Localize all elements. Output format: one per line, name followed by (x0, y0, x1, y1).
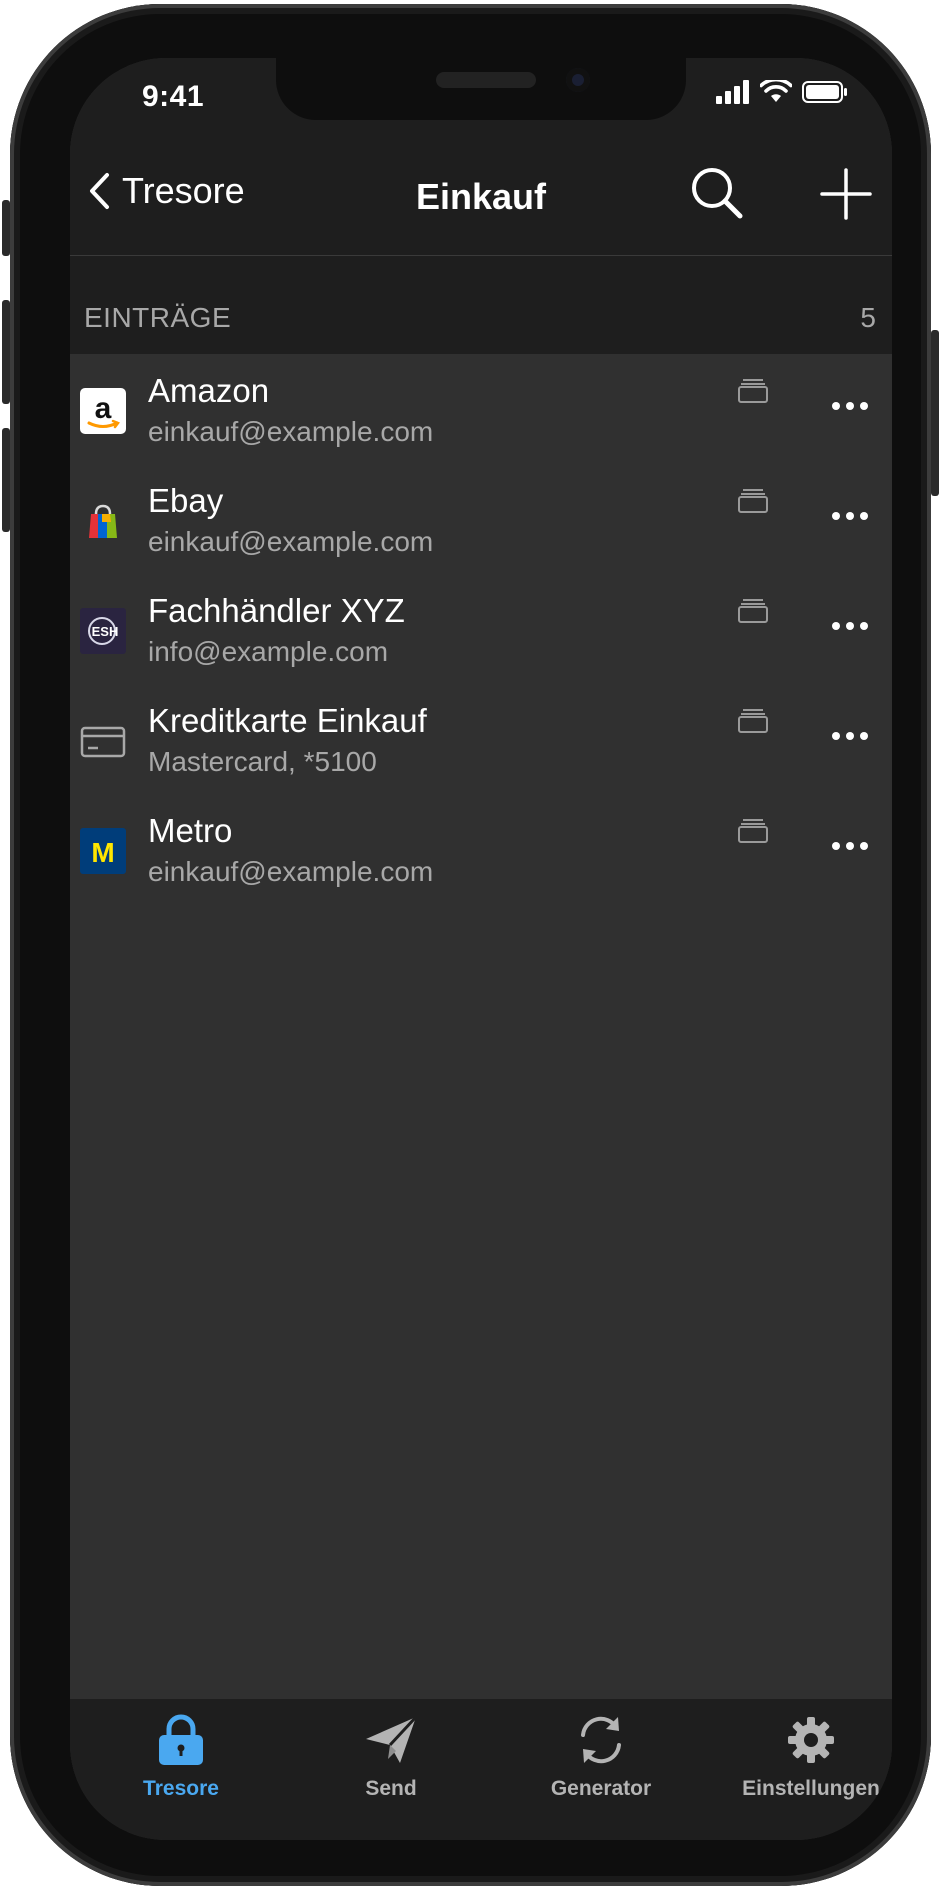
phone-frame: 9:41 Tresore Einkauf EINTRÄGE 5 a Amazon… (2, 4, 939, 1886)
wifi-icon (760, 80, 792, 102)
status-icons (716, 80, 848, 104)
tab-generator[interactable]: Generator (501, 1713, 701, 1801)
amazon-logo-icon: a (80, 388, 126, 434)
item-subtitle: einkauf@example.com (148, 526, 434, 557)
section-header: EINTRÄGE 5 (70, 256, 892, 354)
gear-icon (788, 1717, 834, 1763)
search-button[interactable] (686, 162, 750, 226)
more-options-button[interactable] (830, 396, 870, 416)
collection-icon (738, 819, 768, 843)
power-button (931, 330, 939, 496)
more-options-button[interactable] (830, 616, 870, 636)
item-title: Fachhändler XYZ (148, 592, 405, 629)
tab-label: Tresore (143, 1777, 219, 1800)
item-subtitle: einkauf@example.com (148, 856, 434, 887)
item-title: Amazon (148, 372, 270, 409)
plus-icon (820, 168, 872, 220)
item-title: Metro (148, 812, 233, 849)
search-icon (692, 168, 743, 219)
battery-icon (802, 81, 847, 103)
more-options-button[interactable] (830, 726, 870, 746)
esh-logo-icon: ESH (80, 608, 126, 654)
ebay-bag-icon (89, 504, 117, 538)
item-subtitle: einkauf@example.com (148, 416, 434, 447)
collection-icon (738, 489, 768, 513)
credit-card-icon (80, 726, 126, 758)
more-options-button[interactable] (830, 506, 870, 526)
front-camera (566, 68, 590, 92)
volume-up-button (2, 300, 10, 404)
tab-tresore[interactable]: Tresore (81, 1713, 281, 1801)
cellular-signal-icon (716, 80, 749, 104)
refresh-icon (581, 1716, 621, 1764)
section-title: EINTRÄGE (84, 302, 232, 333)
item-subtitle: Mastercard, *5100 (148, 746, 377, 777)
tab-label: Einstellungen (742, 1777, 880, 1800)
status-time: 9:41 (142, 80, 205, 113)
speaker (436, 72, 536, 88)
collection-icon (738, 599, 768, 623)
mute-switch (2, 200, 10, 256)
item-title: Ebay (148, 482, 224, 519)
tab-label: Generator (550, 1777, 652, 1800)
add-item-button[interactable] (814, 162, 878, 226)
tab-bar: Tresore Send Generator Einstellungen (70, 1699, 892, 1840)
collection-icon (738, 379, 768, 403)
collection-icon (738, 709, 768, 733)
list-item[interactable]: a Amazon einkauf@example.com (70, 354, 892, 464)
section-count: 5 (860, 302, 876, 333)
tab-send[interactable]: Send (291, 1713, 491, 1801)
tab-einstellungen[interactable]: Einstellungen (711, 1713, 892, 1801)
list-item[interactable]: ESH Fachhändler XYZ info@example.com (70, 574, 892, 684)
metro-logo-text: M (91, 837, 114, 868)
item-title: Kreditkarte Einkauf (148, 702, 427, 739)
more-options-button[interactable] (830, 836, 870, 856)
esh-logo-text: ESH (92, 624, 119, 639)
svg-text:a: a (95, 392, 112, 425)
app-screen: 9:41 Tresore Einkauf EINTRÄGE 5 a Amazon… (70, 58, 892, 1840)
metro-logo-icon: M (80, 828, 126, 874)
list-item[interactable]: Ebay einkauf@example.com (70, 464, 892, 574)
item-subtitle: info@example.com (148, 636, 389, 667)
tab-label: Send (365, 1777, 417, 1800)
send-icon (366, 1715, 418, 1763)
lock-icon (159, 1714, 203, 1765)
volume-down-button (2, 428, 10, 532)
entries-list: a Amazon einkauf@example.com Ebay einkau… (70, 354, 892, 904)
navigation-bar: Tresore Einkauf (70, 142, 892, 256)
list-item[interactable]: M Metro einkauf@example.com (70, 794, 892, 904)
notch (276, 58, 686, 120)
page-title: Einkauf (415, 176, 547, 217)
list-item[interactable]: Kreditkarte Einkauf Mastercard, *5100 (70, 684, 892, 794)
